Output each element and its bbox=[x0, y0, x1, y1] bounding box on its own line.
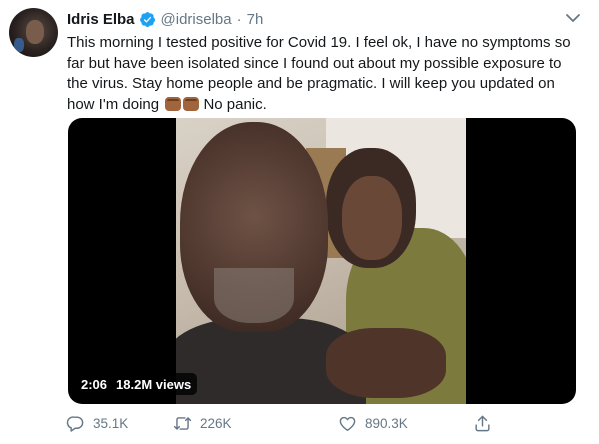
chevron-down-icon[interactable] bbox=[565, 12, 581, 24]
retweet-button[interactable]: 226K bbox=[173, 412, 232, 434]
tweet-timestamp[interactable]: 7h bbox=[247, 11, 264, 28]
author-avatar[interactable] bbox=[9, 8, 58, 57]
retweet-icon bbox=[173, 416, 192, 430]
like-button[interactable]: 890.3K bbox=[338, 412, 408, 434]
tweet-text-last-line: how I'm doing No panic. bbox=[67, 95, 587, 116]
tweet-header: Idris Elba @idriselba · 7h bbox=[67, 9, 263, 29]
video-person-man-beard bbox=[214, 268, 294, 323]
retweet-count: 226K bbox=[200, 415, 232, 431]
tweet-text-line: the virus. Stay home people and be pragm… bbox=[67, 75, 555, 92]
tweet-text: This morning I tested positive for Covid… bbox=[67, 33, 587, 115]
tweet-text-line: This morning I tested positive for Covid… bbox=[67, 34, 571, 51]
video-player[interactable] bbox=[68, 118, 576, 404]
tweet-text-line: how I'm doing bbox=[67, 95, 160, 113]
like-count: 890.3K bbox=[365, 415, 408, 431]
share-icon bbox=[475, 415, 490, 431]
author-handle[interactable]: @idriselba bbox=[161, 11, 232, 28]
tweet-text-tail: No panic. bbox=[203, 95, 267, 113]
tweet-text-line: far but have been isolated since I found… bbox=[67, 54, 562, 72]
tweet-actions: 35.1K 226K 890.3K bbox=[66, 412, 496, 434]
avatar-face bbox=[26, 20, 44, 44]
video-person-woman-face bbox=[342, 176, 402, 260]
reply-count: 35.1K bbox=[93, 415, 129, 431]
video-info-badge: 2:06 18.2M views bbox=[75, 373, 198, 395]
fist-bump-emoji-icon bbox=[183, 96, 200, 111]
author-name[interactable]: Idris Elba bbox=[67, 11, 135, 28]
reply-button[interactable]: 35.1K bbox=[66, 412, 128, 434]
video-views: 18.2M views bbox=[116, 376, 192, 392]
avatar-light bbox=[14, 38, 24, 52]
heart-icon bbox=[339, 416, 356, 431]
share-button[interactable] bbox=[473, 412, 492, 434]
separator-dot: · bbox=[236, 10, 242, 28]
video-person-man-arm bbox=[326, 328, 446, 398]
video-frame bbox=[176, 118, 466, 404]
reply-icon bbox=[66, 415, 84, 432]
verified-badge-icon bbox=[139, 11, 155, 27]
fist-bump-emoji-icon bbox=[165, 96, 182, 111]
video-duration: 2:06 bbox=[81, 376, 108, 392]
